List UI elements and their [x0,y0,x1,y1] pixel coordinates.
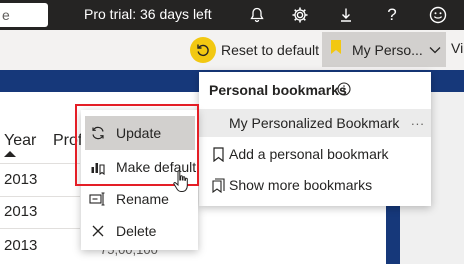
bookmarks-stack-icon [211,177,225,193]
close-icon [89,224,107,238]
top-bar: e Pro trial: 36 days left ? [0,0,464,30]
reset-to-default-button[interactable]: Reset to default [190,34,319,66]
more-options-icon[interactable]: ... [411,113,425,128]
table-cell-year: 2013 [4,237,38,254]
update-menu-label: Update [116,125,162,141]
reset-to-default-label: Reset to default [221,42,320,58]
row-divider [0,228,80,229]
make-default-icon [89,159,107,175]
rename-menu-label: Rename [116,191,169,207]
view-menu-label[interactable]: Vi [451,40,463,56]
trial-status[interactable]: Pro trial: 36 days left [84,6,212,22]
info-icon[interactable] [337,82,351,101]
search-box[interactable]: e [0,3,48,27]
chevron-down-icon [429,41,441,59]
smiley-icon[interactable] [423,0,453,30]
personal-bookmarks-title: Personal bookmarks [209,82,347,98]
table-cell-year: 2013 [4,203,38,220]
table-cell-year: 2013 [4,171,38,188]
row-divider [0,163,80,164]
column-header-profit[interactable]: Prof [53,132,82,150]
row-divider [0,196,80,197]
reset-icon [190,37,216,63]
add-personal-bookmark-item[interactable]: Add a personal bookmark [199,140,431,168]
show-more-bookmarks-label: Show more bookmarks [229,177,373,193]
show-more-bookmarks-item[interactable]: Show more bookmarks [199,171,431,199]
search-box-text: e [2,7,10,23]
bookmarks-dropdown-button[interactable]: My Perso... [322,32,446,67]
refresh-icon [89,125,107,141]
gear-icon[interactable] [285,0,315,30]
help-icon[interactable]: ? [377,0,407,30]
bookmark-outline-icon [211,146,225,162]
delete-menu-item[interactable]: Delete [81,214,198,248]
download-icon[interactable] [331,0,361,30]
rename-icon [89,192,107,206]
update-menu-item[interactable]: Update [85,116,195,150]
bell-icon[interactable] [242,0,272,30]
bookmark-item-label: My Personalized Bookmark [229,115,400,131]
add-personal-bookmark-label: Add a personal bookmark [229,146,389,162]
bookmarks-dropdown-label: My Perso... [352,41,423,58]
personal-bookmarks-panel: Personal bookmarks My Personalized Bookm… [199,72,431,206]
column-header-year[interactable]: Year [4,132,36,150]
report-toolbar: Reset to default My Perso... Vi [0,30,464,69]
sort-ascending-icon [4,151,16,157]
hand-cursor-icon [172,169,192,198]
delete-menu-label: Delete [116,223,157,239]
bookmark-icon [330,39,342,60]
bookmark-item-my-personalized[interactable]: My Personalized Bookmark ... [199,109,431,137]
